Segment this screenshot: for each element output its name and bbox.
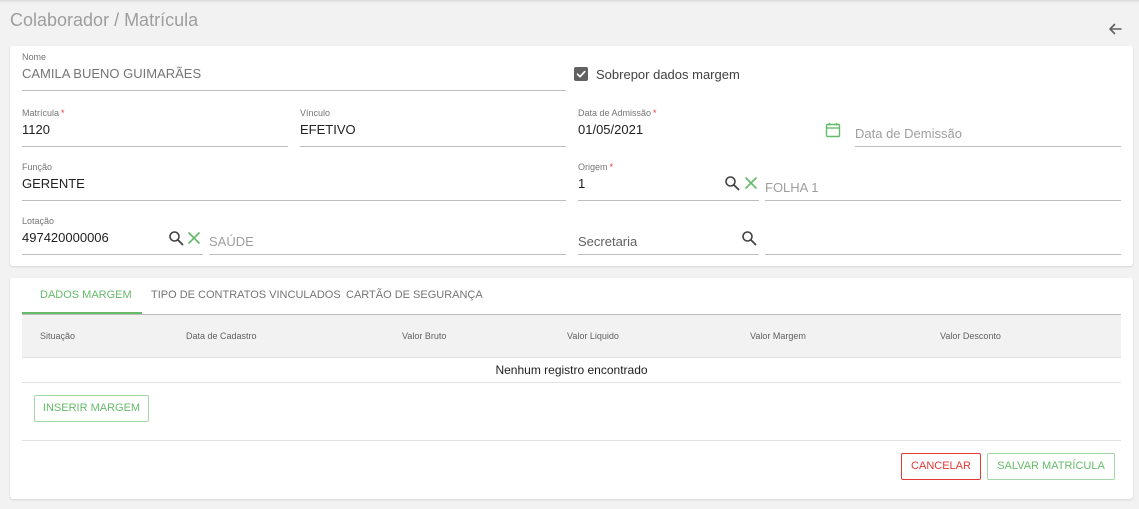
inserir-margem-button[interactable]: INSERIR MARGEM [34,395,149,422]
lotacao-description-field: SAÚDE [209,216,566,256]
margem-card: DADOS MARGEM TIPO DE CONTRATOS VINCULADO… [10,278,1133,499]
table-header: Situação Data de Cadastro Valor Bruto Va… [22,315,1121,358]
nome-field[interactable]: Nome CAMILA BUENO GUIMARÃES [22,52,566,92]
search-icon[interactable] [168,230,184,246]
arrow-left-icon [1109,23,1122,35]
data-admissao-field[interactable]: Data de Admissão * 01/05/2021 [578,108,845,148]
column-header-valor-margem[interactable]: Valor Margem [750,331,806,341]
empty-table-message: Nenhum registro encontrado [22,358,1121,383]
matricula-label: Matrícula * [22,108,65,118]
column-header-situacao[interactable]: Situação [40,331,75,341]
data-demissao-placeholder: Data de Demissão [855,126,962,141]
back-button[interactable] [1105,19,1125,39]
secretaria-field[interactable]: Secretaria [578,216,759,256]
sobrepor-label[interactable]: Sobrepor dados margem [596,67,740,82]
tab-dados-margem[interactable]: DADOS MARGEM [40,289,132,301]
secretaria-placeholder: Secretaria [578,234,638,249]
matricula-value: 1120 [22,122,50,137]
secretaria-description-field [765,216,1121,256]
origem-field[interactable]: Origem * 1 [578,162,759,202]
active-tab-indicator [22,312,142,314]
lotacao-field[interactable]: Lotação 497420000006 [22,216,203,256]
clear-icon[interactable] [186,230,202,246]
cancel-button[interactable]: CANCELAR [901,453,981,480]
lotacao-label: Lotação [22,216,55,226]
matricula-field[interactable]: Matrícula * 1120 [22,108,288,148]
page-title: Colaborador / Matrícula [10,10,199,30]
nome-label: Nome [22,52,47,62]
nome-value: CAMILA BUENO GUIMARÃES [22,66,202,81]
check-icon [576,70,586,78]
column-header-data-cadastro[interactable]: Data de Cadastro [186,331,257,341]
search-icon[interactable] [724,175,740,191]
funcao-label: Função [22,162,53,172]
data-admissao-label: Data de Admissão * [578,108,657,118]
origem-value: 1 [578,176,586,191]
save-matricula-button[interactable]: SALVAR MATRÍCULA [987,453,1115,480]
column-header-valor-desconto[interactable]: Valor Desconto [940,331,1001,341]
footer-divider [22,440,1121,441]
tab-tipo-contratos[interactable]: TIPO DE CONTRATOS VINCULADOS [151,289,341,301]
search-icon[interactable] [741,230,757,246]
vinculo-value: EFETIVO [300,122,356,137]
sobrepor-checkbox[interactable] [574,67,588,81]
lotacao-value: 497420000006 [22,230,109,245]
origem-description: FOLHA 1 [765,180,819,195]
origem-label: Origem * [578,162,614,172]
clear-icon[interactable] [743,175,759,191]
column-header-valor-liquido[interactable]: Valor Liquido [567,331,619,341]
tab-bar: DADOS MARGEM TIPO DE CONTRATOS VINCULADO… [22,278,1121,315]
calendar-icon[interactable] [825,122,841,138]
funcao-field[interactable]: Função GERENTE [22,162,566,202]
top-shadow [0,0,1139,3]
origem-description-field: FOLHA 1 [765,162,1121,202]
tab-cartao-seguranca[interactable]: CARTÃO DE SEGURANÇA [346,289,483,301]
vinculo-label: Vínculo [300,108,331,118]
column-header-valor-bruto[interactable]: Valor Bruto [402,331,446,341]
vinculo-field[interactable]: Vínculo EFETIVO [300,108,566,148]
data-admissao-value: 01/05/2021 [578,122,644,137]
data-demissao-field[interactable]: Data de Demissão [855,108,1121,148]
funcao-value: GERENTE [22,176,85,191]
lotacao-description: SAÚDE [209,234,254,249]
matricula-form-card: Nome CAMILA BUENO GUIMARÃES Sobrepor dad… [10,46,1133,266]
